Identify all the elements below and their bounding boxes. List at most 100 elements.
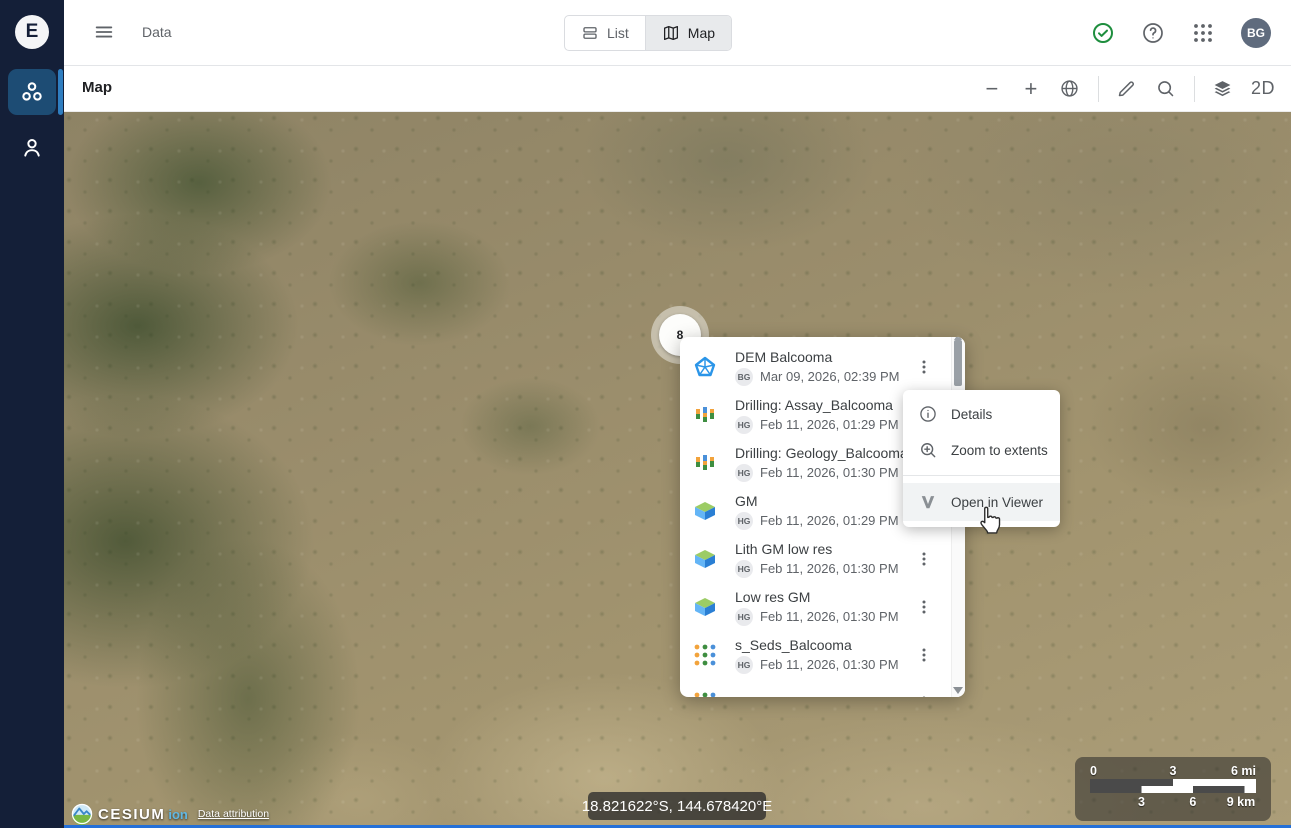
toolbar-divider: [1098, 76, 1099, 102]
kebab-menu-icon[interactable]: [914, 355, 934, 379]
app-logo[interactable]: E: [15, 15, 49, 49]
search-icon[interactable]: [1155, 78, 1177, 100]
apps-grid-icon[interactable]: [1191, 21, 1215, 45]
zoom-extents-icon: [918, 440, 938, 460]
owner-badge: HG: [735, 656, 753, 674]
sidebar-item-user[interactable]: [16, 132, 48, 164]
owner-badge: HG: [735, 416, 753, 434]
item-title: GM: [735, 493, 899, 509]
menu-icon[interactable]: [93, 21, 115, 43]
sidebar-active-indicator: [58, 69, 63, 115]
map-attribution: CESIUM ion Data attribution: [71, 803, 269, 825]
cesium-ion-label: ion: [168, 807, 188, 822]
owner-badge: HG: [735, 608, 753, 626]
menu-item-zoom-extents[interactable]: Zoom to extents: [903, 432, 1060, 468]
zoom-out-button[interactable]: −: [981, 78, 1003, 100]
scale-label-9km: 9 km: [1227, 795, 1256, 809]
layers-icon[interactable]: [1212, 78, 1234, 100]
app-root: E Data List: [0, 0, 1291, 828]
owner-badge: BG: [735, 368, 753, 386]
globe-icon[interactable]: [1059, 78, 1081, 100]
item-date: Feb 11, 2026, 01:30 PM: [760, 561, 899, 576]
draw-pencil-icon[interactable]: [1116, 78, 1138, 100]
owner-badge: HG: [735, 464, 753, 482]
zoom-in-button[interactable]: +: [1020, 78, 1042, 100]
toolbar-divider: [1194, 76, 1195, 102]
coordinates-readout: 18.821622°S, 144.678420°E: [588, 792, 766, 820]
owner-badge: HG: [735, 512, 753, 530]
list-item[interactable]: Low res GM HG Feb 11, 2026, 01:30 PM: [680, 583, 952, 631]
terrain-texture: [64, 111, 1291, 828]
help-icon[interactable]: [1141, 21, 1165, 45]
owner-badge: HG: [735, 560, 753, 578]
list-item[interactable]: Lith GM low res HG Feb 11, 2026, 01:30 P…: [680, 535, 952, 583]
map-scale-bar: 0 3 6 mi 3 6 9 km: [1075, 757, 1271, 821]
map-view-icon: [662, 24, 680, 42]
view-toggle: List Map: [564, 15, 732, 51]
menu-item-label: Details: [951, 407, 992, 422]
kebab-menu-icon[interactable]: [914, 547, 934, 571]
map-tools: − +: [981, 66, 1275, 111]
menu-item-open-in-viewer[interactable]: Open in Viewer: [903, 483, 1060, 521]
page-title: Map: [82, 79, 112, 96]
item-title: Low res GM: [735, 589, 899, 605]
menu-item-label: Zoom to extents: [951, 443, 1048, 458]
header-actions: BG: [1091, 0, 1271, 65]
item-title: Lith GM low res: [735, 541, 899, 557]
breadcrumb[interactable]: Data: [142, 24, 172, 40]
item-title: Drilling: Geology_Balcooma: [735, 445, 908, 461]
block-model-icon: [693, 499, 717, 523]
scrollbar-thumb[interactable]: [954, 340, 962, 386]
avatar[interactable]: BG: [1241, 18, 1271, 48]
cesium-logo-icon: [71, 803, 93, 825]
points-grid-icon: [693, 691, 717, 697]
menu-item-label: Open in Viewer: [951, 495, 1043, 510]
item-date: Feb 11, 2026, 01:30 PM: [760, 657, 899, 672]
toggle-list-button[interactable]: List: [565, 16, 645, 50]
block-model-icon: [693, 547, 717, 571]
list-item[interactable]: s_Soil_Balcooma: [680, 679, 952, 697]
list-item[interactable]: DEM Balcooma BG Mar 09, 2026, 02:39 PM: [680, 343, 952, 391]
list-item[interactable]: s_Seds_Balcooma HG Feb 11, 2026, 01:30 P…: [680, 631, 952, 679]
top-header: Data List Map: [64, 0, 1291, 66]
kebab-menu-icon[interactable]: [914, 691, 934, 697]
scale-label-3mi: 3: [1170, 764, 1177, 778]
data-attribution-link[interactable]: Data attribution: [198, 808, 269, 820]
list-view-icon: [581, 24, 599, 42]
toggle-map-button[interactable]: Map: [645, 16, 731, 50]
app-logo-letter: E: [26, 21, 39, 43]
user-icon: [19, 135, 45, 161]
viewer-logo-icon: [918, 492, 938, 512]
item-date: Feb 11, 2026, 01:29 PM: [760, 513, 899, 528]
info-icon: [918, 404, 938, 424]
cesium-brand: CESIUM: [98, 806, 165, 823]
item-date: Feb 11, 2026, 01:30 PM: [760, 609, 899, 624]
item-title: s_Soil_Balcooma: [735, 694, 843, 698]
item-title: s_Seds_Balcooma: [735, 637, 899, 653]
item-title: DEM Balcooma: [735, 349, 899, 365]
scale-label-3km: 3: [1138, 795, 1145, 809]
map-canvas[interactable]: 8: [64, 111, 1291, 828]
dem-surface-icon: [693, 355, 717, 379]
item-date: Feb 11, 2026, 01:30 PM: [760, 465, 899, 480]
item-date: Mar 09, 2026, 02:39 PM: [760, 369, 899, 384]
scale-label-6km: 6: [1189, 795, 1196, 809]
menu-item-details[interactable]: Details: [903, 396, 1060, 432]
map-toolbar: Map − +: [64, 66, 1291, 112]
sidebar: E: [0, 0, 64, 828]
dimension-toggle-button[interactable]: 2D: [1251, 78, 1275, 100]
sidebar-item-data[interactable]: [8, 69, 56, 115]
toggle-list-label: List: [607, 25, 629, 41]
data-cluster-icon: [19, 79, 45, 105]
kebab-menu-icon[interactable]: [914, 595, 934, 619]
kebab-menu-icon[interactable]: [914, 643, 934, 667]
item-date: Feb 11, 2026, 01:29 PM: [760, 417, 899, 432]
scale-bar-km: [1090, 786, 1256, 793]
scrollbar-down-arrow[interactable]: [953, 687, 963, 694]
menu-divider: [903, 475, 1060, 476]
item-context-menu: Details Zoom to extents Open in Viewer: [903, 390, 1060, 527]
scale-label-0: 0: [1090, 764, 1097, 778]
scale-bar-miles: [1090, 779, 1256, 786]
drilling-icon: [693, 403, 717, 427]
status-check-icon[interactable]: [1091, 21, 1115, 45]
